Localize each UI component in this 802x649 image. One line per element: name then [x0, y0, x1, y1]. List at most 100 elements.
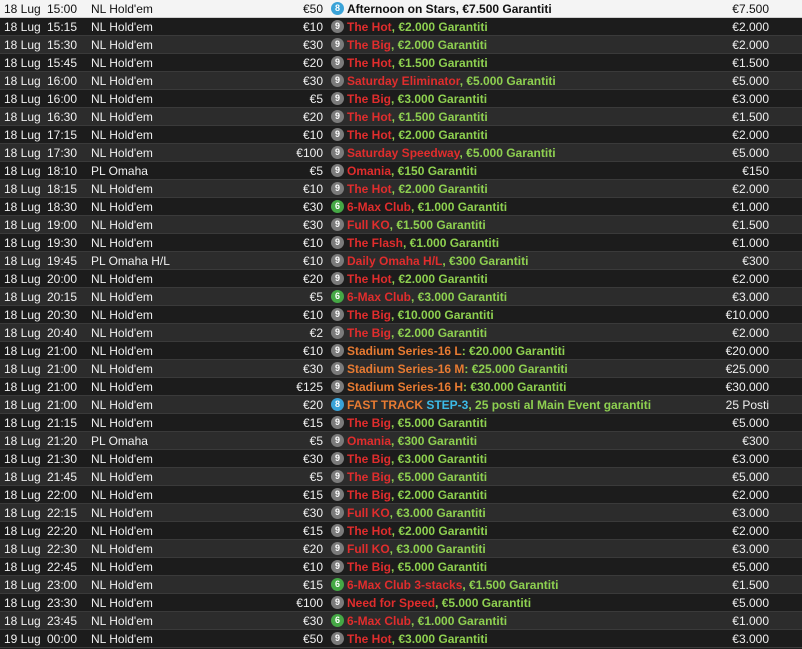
tournament-row[interactable]: 18 Lug 16:00 NL Hold'em €30 9 Saturday Elimin…	[0, 72, 802, 90]
tournament-title[interactable]: The Big, €3.000 Garantiti	[347, 92, 487, 106]
prize-cell: €1.500	[732, 578, 769, 592]
prize-cell: €300	[742, 254, 769, 268]
tournament-row[interactable]: 18 Lug 23:45 NL Hold'em €30 6 6-Max Club, €1.…	[0, 612, 802, 630]
tournament-detail: : €20.000 Garantiti	[461, 344, 566, 358]
tournament-title[interactable]: The Hot, €2.000 Garantiti	[347, 128, 488, 142]
tournament-row[interactable]: 19 Lug 00:00 NL Hold'em €50 9 The Hot, €3.000…	[0, 630, 802, 648]
tournament-row[interactable]: 18 Lug 21:30 NL Hold'em €30 9 The Big, €3.000…	[0, 450, 802, 468]
tournament-row[interactable]: 18 Lug 20:00 NL Hold'em €20 9 The Hot, €2.000…	[0, 270, 802, 288]
tournament-title[interactable]: 6-Max Club, €3.000 Garantiti	[347, 290, 507, 304]
table-size-badge: 9	[331, 218, 344, 231]
tournament-row[interactable]: 18 Lug 21:00 NL Hold'em €125 9 Stadium Series…	[0, 378, 802, 396]
prize-cell: €5.000	[732, 596, 769, 610]
tournament-title[interactable]: Full KO, €1.500 Garantiti	[347, 218, 486, 232]
tournament-title[interactable]: The Hot, €2.000 Garantiti	[347, 524, 488, 538]
tournament-row[interactable]: 18 Lug 18:15 NL Hold'em €10 9 The Hot, €2.000…	[0, 180, 802, 198]
tournament-row[interactable]: 18 Lug 18:30 NL Hold'em €30 6 6-Max Club, €1.…	[0, 198, 802, 216]
tournament-row[interactable]: 18 Lug 21:15 NL Hold'em €15 9 The Big, €5.000…	[0, 414, 802, 432]
date-cell: 18 Lug	[4, 56, 41, 70]
tournament-row[interactable]: 18 Lug 19:00 NL Hold'em €30 9 Full KO, €1.500…	[0, 216, 802, 234]
tournament-row[interactable]: 18 Lug 18:10 PL Omaha €5 9 Omania, €150 Garan…	[0, 162, 802, 180]
tournament-row[interactable]: 18 Lug 21:00 NL Hold'em €20 8 FAST TRACK STEP…	[0, 396, 802, 414]
date-cell: 18 Lug	[4, 254, 41, 268]
tournament-row[interactable]: 18 Lug 15:30 NL Hold'em €30 9 The Big, €2.000…	[0, 36, 802, 54]
tournament-title[interactable]: Stadium Series-16 M: €25.000 Garantiti	[347, 362, 568, 376]
tournament-name: Need for Speed	[347, 596, 436, 610]
tournament-title[interactable]: Full KO, €3.000 Garantiti	[347, 542, 486, 556]
game-type-cell: NL Hold'em	[91, 74, 153, 88]
tournament-title[interactable]: Omania, €150 Garantiti	[347, 164, 477, 178]
table-size-badge: 9	[331, 344, 344, 357]
tournament-title[interactable]: The Big, €3.000 Garantiti	[347, 452, 487, 466]
tournament-row[interactable]: 18 Lug 15:00 NL Hold'em €50 8 Afternoon on St…	[0, 0, 802, 18]
tournament-title[interactable]: The Hot, €2.000 Garantiti	[347, 272, 488, 286]
time-cell: 20:40	[47, 326, 78, 340]
tournament-name: Saturday Eliminator	[347, 74, 460, 88]
tournament-title[interactable]: Saturday Speedway, €5.000 Garantiti	[347, 146, 556, 160]
tournament-row[interactable]: 18 Lug 15:45 NL Hold'em €20 9 The Hot, €1.500…	[0, 54, 802, 72]
tournament-title[interactable]: FAST TRACK STEP-3, 25 posti al Main Even…	[347, 398, 651, 412]
tournament-row[interactable]: 18 Lug 23:00 NL Hold'em €15 6 6-Max Club 3-st…	[0, 576, 802, 594]
tournament-title[interactable]: The Hot, €2.000 Garantiti	[347, 182, 488, 196]
tournament-title[interactable]: The Big, €2.000 Garantiti	[347, 488, 487, 502]
tournament-title[interactable]: Saturday Eliminator, €5.000 Garantiti	[347, 74, 556, 88]
buyin-cell: €20	[302, 398, 323, 412]
tournament-title[interactable]: The Big, €10.000 Garantiti	[347, 308, 494, 322]
tournament-title[interactable]: 6-Max Club 3-stacks, €1.500 Garantiti	[347, 578, 558, 592]
game-type-cell: NL Hold'em	[91, 128, 153, 142]
tournament-title[interactable]: 6-Max Club, €1.000 Garantiti	[347, 614, 507, 628]
tournament-row[interactable]: 18 Lug 23:30 NL Hold'em €100 9 Need for Speed…	[0, 594, 802, 612]
tournament-title[interactable]: The Flash, €1.000 Garantiti	[347, 236, 499, 250]
tournament-row[interactable]: 18 Lug 15:15 NL Hold'em €10 9 The Hot, €2.000…	[0, 18, 802, 36]
tournament-title[interactable]: The Big, €5.000 Garantiti	[347, 416, 487, 430]
tournament-row[interactable]: 18 Lug 22:00 NL Hold'em €15 9 The Big, €2.000…	[0, 486, 802, 504]
tournament-row[interactable]: 18 Lug 22:15 NL Hold'em €30 9 Full KO, €3.000…	[0, 504, 802, 522]
tournament-row[interactable]: 18 Lug 22:20 NL Hold'em €15 9 The Hot, €2.000…	[0, 522, 802, 540]
tournament-row[interactable]: 18 Lug 20:40 NL Hold'em €2 9 The Big, €2.000 …	[0, 324, 802, 342]
table-size-badge: 9	[331, 632, 344, 645]
tournament-row[interactable]: 18 Lug 20:30 NL Hold'em €10 9 The Big, €10.00…	[0, 306, 802, 324]
tournament-row[interactable]: 18 Lug 21:20 PL Omaha €5 9 Omania, €300 Garan…	[0, 432, 802, 450]
buyin-cell: €30	[302, 614, 323, 628]
table-size-badge: 9	[331, 362, 344, 375]
tournament-title[interactable]: The Hot, €1.500 Garantiti	[347, 56, 488, 70]
tournament-row[interactable]: 18 Lug 19:30 NL Hold'em €10 9 The Flash, €1.0…	[0, 234, 802, 252]
tournament-row[interactable]: 18 Lug 21:00 NL Hold'em €10 9 Stadium Series-…	[0, 342, 802, 360]
tournament-title[interactable]: 6-Max Club, €1.000 Garantiti	[347, 200, 507, 214]
date-cell: 18 Lug	[4, 560, 41, 574]
tournament-row[interactable]: 18 Lug 16:30 NL Hold'em €20 9 The Hot, €1.500…	[0, 108, 802, 126]
tournament-row[interactable]: 18 Lug 17:30 NL Hold'em €100 9 Saturday Speed…	[0, 144, 802, 162]
tournament-row[interactable]: 18 Lug 22:30 NL Hold'em €20 9 Full KO, €3.000…	[0, 540, 802, 558]
tournament-name: The Hot	[347, 524, 392, 538]
time-cell: 16:30	[47, 110, 78, 124]
tournament-title[interactable]: The Hot, €2.000 Garantiti	[347, 20, 488, 34]
tournament-title[interactable]: The Hot, €1.500 Garantiti	[347, 110, 488, 124]
date-cell: 18 Lug	[4, 344, 41, 358]
tournament-title[interactable]: The Big, €2.000 Garantiti	[347, 326, 487, 340]
tournament-row[interactable]: 18 Lug 17:15 NL Hold'em €10 9 The Hot, €2.000…	[0, 126, 802, 144]
tournament-row[interactable]: 18 Lug 22:45 NL Hold'em €10 9 The Big, €5.000…	[0, 558, 802, 576]
tournament-detail: , €150 Garantiti	[391, 164, 478, 178]
tournament-title[interactable]: Stadium Series-16 L: €20.000 Garantiti	[347, 344, 565, 358]
tournament-title[interactable]: The Big, €2.000 Garantiti	[347, 38, 487, 52]
tournament-row[interactable]: 18 Lug 19:45 PL Omaha H/L €10 9 Daily Omaha H…	[0, 252, 802, 270]
table-size-badge: 9	[331, 308, 344, 321]
tournament-title[interactable]: Omania, €300 Garantiti	[347, 434, 477, 448]
tournament-row[interactable]: 18 Lug 21:00 NL Hold'em €30 9 Stadium Series-…	[0, 360, 802, 378]
tournament-title[interactable]: The Hot, €3.000 Garantiti	[347, 632, 488, 646]
tournament-row[interactable]: 18 Lug 16:00 NL Hold'em €5 9 The Big, €3.000 …	[0, 90, 802, 108]
prize-cell: €3.000	[732, 542, 769, 556]
tournament-title[interactable]: Daily Omaha H/L, €300 Garantiti	[347, 254, 528, 268]
tournament-title[interactable]: The Big, €5.000 Garantiti	[347, 560, 487, 574]
date-cell: 18 Lug	[4, 434, 41, 448]
tournament-title[interactable]: Full KO, €3.000 Garantiti	[347, 506, 486, 520]
tournament-title[interactable]: Need for Speed, €5.000 Garantiti	[347, 596, 531, 610]
game-type-cell: NL Hold'em	[91, 398, 153, 412]
buyin-cell: €15	[302, 524, 323, 538]
tournament-title[interactable]: The Big, €5.000 Garantiti	[347, 470, 487, 484]
tournament-title[interactable]: Stadium Series-16 H: €30.000 Garantiti	[347, 380, 566, 394]
tournament-row[interactable]: 18 Lug 20:15 NL Hold'em €5 6 6-Max Club, €3.0…	[0, 288, 802, 306]
tournament-detail: , €3.000 Garantiti	[389, 542, 486, 556]
tournament-row[interactable]: 18 Lug 21:45 NL Hold'em €5 9 The Big, €5.000 …	[0, 468, 802, 486]
tournament-title[interactable]: Afternoon on Stars, €7.500 Garantiti	[347, 2, 552, 16]
